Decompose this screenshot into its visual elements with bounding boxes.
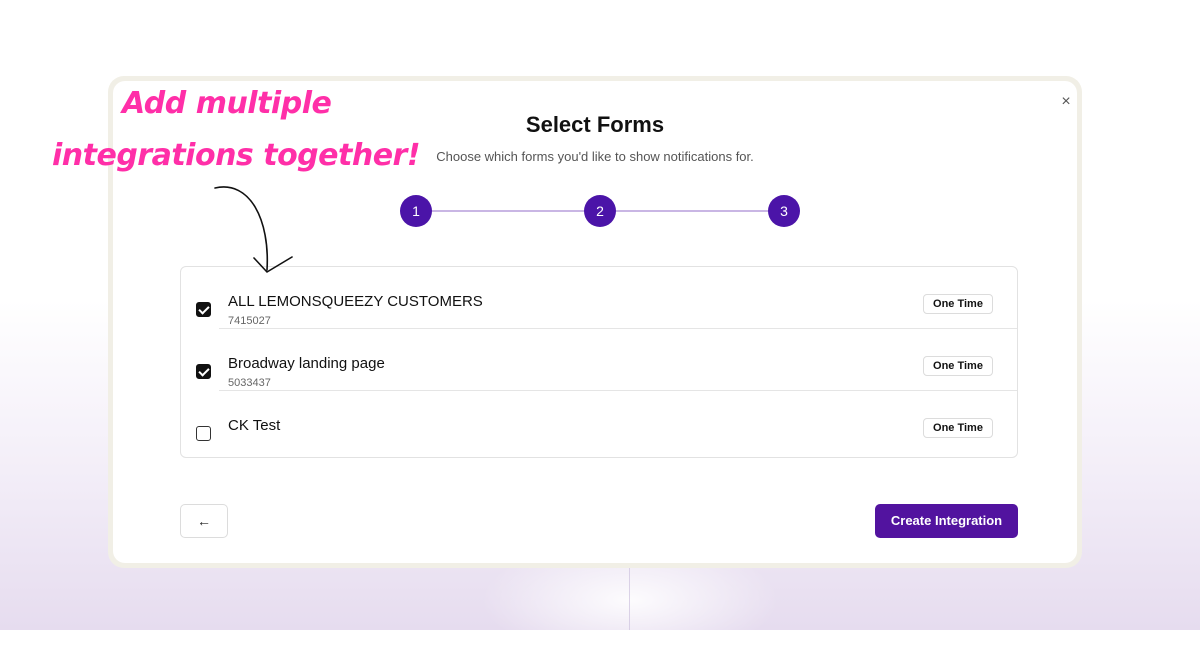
back-button[interactable]: ←: [180, 504, 228, 538]
arrow-left-icon: ←: [197, 513, 211, 529]
stepper-connector: [616, 210, 768, 212]
form-name: ALL LEMONSQUEEZY CUSTOMERS: [228, 293, 483, 310]
form-checkbox[interactable]: [196, 364, 211, 379]
stepper: 1 2 3: [400, 195, 800, 227]
create-integration-button[interactable]: Create Integration: [875, 504, 1018, 538]
form-id: 7415027: [228, 315, 271, 327]
status-badge: One Time: [923, 294, 993, 314]
list-item[interactable]: Broadway landing page 5033437 One Time: [181, 329, 1017, 391]
form-checkbox[interactable]: [196, 302, 211, 317]
step-1: 1: [400, 195, 432, 227]
background-divider: [629, 565, 630, 630]
list-item[interactable]: ALL LEMONSQUEEZY CUSTOMERS 7415027 One T…: [181, 267, 1017, 329]
form-name: CK Test: [228, 417, 281, 434]
status-badge: One Time: [923, 418, 993, 438]
step-2: 2: [584, 195, 616, 227]
stepper-connector: [432, 210, 584, 212]
list-item[interactable]: CK Test One Time: [181, 391, 1017, 453]
annotation-arrow-icon: [214, 186, 293, 273]
close-icon[interactable]: ×: [1056, 92, 1076, 112]
form-checkbox[interactable]: [196, 426, 211, 441]
form-name: Broadway landing page: [228, 355, 385, 372]
form-list: ALL LEMONSQUEEZY CUSTOMERS 7415027 One T…: [180, 266, 1018, 458]
form-id: 5033437: [228, 377, 271, 389]
status-badge: One Time: [923, 356, 993, 376]
annotation-text-line-1: Add multiple: [122, 86, 332, 121]
annotation-text-line-2: integrations together!: [52, 138, 421, 173]
step-3: 3: [768, 195, 800, 227]
